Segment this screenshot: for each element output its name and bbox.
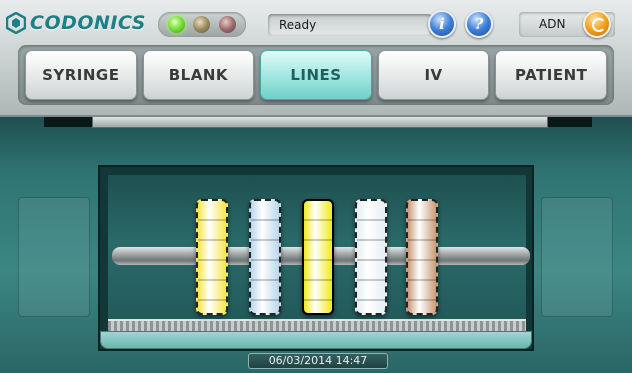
brown-roll[interactable] [406, 199, 438, 315]
tab-syringe[interactable]: SYRINGE [25, 50, 137, 100]
tab-blank[interactable]: BLANK [142, 50, 255, 100]
top-bar: CODONICS Ready i ? ADN SYRINGE BLANK LIN… [0, 0, 632, 117]
tab-lines[interactable]: LINES [260, 50, 372, 100]
codonics-app: CODONICS Ready i ? ADN SYRINGE BLANK LIN… [0, 0, 632, 373]
green-status-light-icon [168, 16, 186, 33]
info-button[interactable]: i [428, 10, 456, 38]
brand-logo: CODONICS [6, 10, 146, 36]
amber-status-light-icon [193, 16, 211, 33]
help-icon: ? [474, 15, 484, 33]
tab-patient[interactable]: PATIENT [495, 50, 607, 100]
status-lights [158, 12, 246, 37]
intrathecal-roll[interactable] [302, 199, 334, 315]
datetime-display: 06/03/2014 14:47 [248, 353, 388, 369]
brand-name: CODONICS [30, 12, 146, 34]
tab-iv[interactable]: IV [377, 50, 490, 100]
arterial-roll[interactable] [249, 199, 281, 315]
label-tray [100, 331, 532, 349]
red-status-light-icon [218, 16, 236, 33]
output-slot-lid [92, 117, 548, 128]
printer-body: 06/03/2014 14:47 [0, 117, 632, 373]
mode-tabs: SYRINGE BLANK LINES IV PATIENT [18, 45, 614, 105]
central-venous-roll[interactable] [355, 199, 387, 315]
left-side-panel [18, 197, 90, 317]
status-field: Ready [268, 14, 432, 36]
help-button[interactable]: ? [465, 10, 493, 38]
logout-button[interactable] [583, 10, 611, 38]
codonics-logo-icon [6, 12, 26, 34]
info-icon: i [439, 15, 445, 33]
right-side-panel [541, 197, 613, 317]
epidural-roll[interactable] [196, 199, 228, 315]
